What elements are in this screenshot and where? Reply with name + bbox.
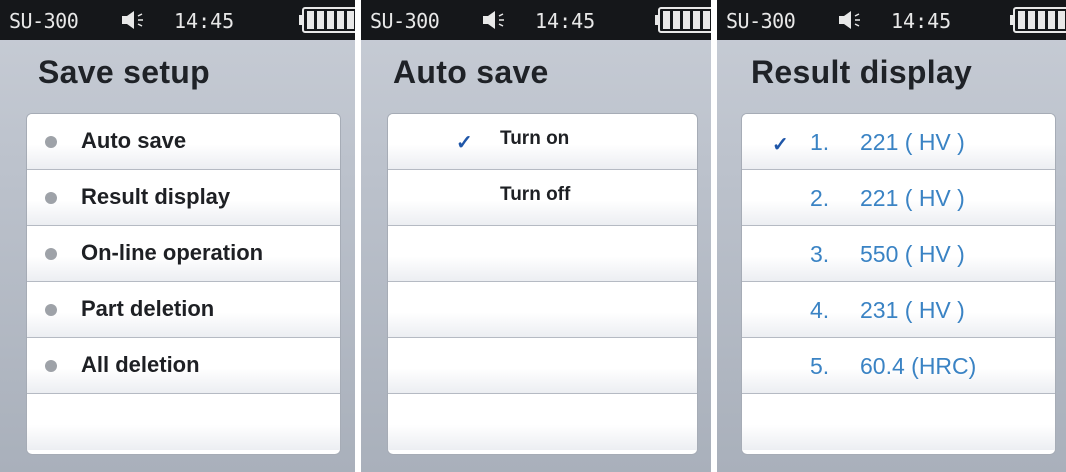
status-bar: SU-300 14:45: [0, 0, 355, 40]
status-bar: SU-300 14:45: [361, 0, 711, 40]
result-value: 60.4 (HRC): [860, 353, 977, 379]
result-value: 550 ( HV ): [860, 241, 965, 267]
check-icon: ✓: [772, 134, 789, 156]
page-title: Result display: [751, 54, 973, 90]
option-turn-on[interactable]: ✓ Turn on: [388, 114, 697, 170]
result-item-3[interactable]: 3. 550 ( HV ): [742, 226, 1055, 282]
option-label: Turn off: [500, 184, 571, 205]
result-number: 3.: [810, 241, 830, 267]
model-name: SU-300: [370, 9, 440, 33]
menu-item-auto-save[interactable]: Auto save: [27, 114, 340, 170]
bullet-icon: [45, 192, 57, 204]
battery-icon: [655, 7, 711, 33]
option-label: Turn on: [500, 128, 570, 149]
result-value: 231 ( HV ): [860, 297, 965, 323]
model-name: SU-300: [726, 9, 796, 33]
menu-item-online-operation[interactable]: On-line operation: [27, 226, 340, 282]
bullet-icon: [45, 248, 57, 260]
check-icon: ✓: [456, 132, 473, 154]
option-empty: [388, 394, 697, 450]
menu-item-result-display[interactable]: Result display: [27, 170, 340, 226]
result-display-screen: SU-300 14:45 Result display ✓ 1. 221 (H…: [717, 0, 1066, 472]
option-turn-off[interactable]: Turn off: [388, 170, 697, 226]
result-value: 221 ( HV ): [860, 129, 965, 155]
page-title: Save setup: [38, 54, 210, 90]
result-list: ✓ 1. 221 ( HV ) 2. 221 ( HV ) 3. 550 ( H…: [742, 114, 1055, 454]
menu-item-all-deletion[interactable]: All deletion: [27, 338, 340, 394]
result-number: 4.: [810, 297, 830, 323]
result-item-4[interactable]: 4. 231 ( HV ): [742, 282, 1055, 338]
model-name: SU-300: [9, 9, 79, 33]
result-item-1[interactable]: ✓ 1. 221 ( HV ): [742, 114, 1055, 170]
result-number: 1.: [810, 129, 830, 155]
result-number: 2.: [810, 185, 830, 211]
bullet-icon: [45, 304, 57, 316]
battery-icon: [1010, 7, 1066, 33]
clock: 14:45: [891, 9, 952, 33]
option-list: ✓ Turn on Turn off: [388, 114, 697, 454]
menu-item-label: All deletion: [81, 352, 200, 377]
result-item-2[interactable]: 2. 221 ( HV ): [742, 170, 1055, 226]
menu-item-label: Auto save: [81, 128, 187, 153]
battery-icon: [299, 7, 355, 33]
clock: 14:45: [174, 9, 235, 33]
speaker-icon: [839, 11, 860, 29]
status-bar: SU-300 14:45: [717, 0, 1066, 40]
option-empty: [388, 338, 697, 394]
menu-item-label: Part deletion: [81, 296, 215, 321]
clock: 14:45: [535, 9, 596, 33]
menu-item-part-deletion[interactable]: Part deletion: [27, 282, 340, 338]
menu-list: Auto save Result display On-line operati…: [27, 114, 340, 454]
menu-item-label: Result display: [81, 184, 231, 209]
page-title: Auto save: [393, 54, 549, 90]
menu-item-empty: [27, 394, 340, 450]
result-number: 5.: [810, 353, 830, 379]
option-empty: [388, 282, 697, 338]
screens-row: SU-300 14:45 Save setup Auto save Result…: [0, 0, 1066, 472]
auto-save-screen: SU-300 14:45 Auto save ✓ Turn on Turn of…: [361, 0, 711, 472]
result-item-empty: [742, 394, 1055, 450]
bullet-icon: [45, 360, 57, 372]
option-empty: [388, 226, 697, 282]
result-item-5[interactable]: 5. 60.4 (HRC): [742, 338, 1055, 394]
speaker-icon: [483, 11, 504, 29]
save-setup-screen: SU-300 14:45 Save setup Auto save Result…: [0, 0, 355, 472]
menu-item-label: On-line operation: [81, 240, 264, 265]
speaker-icon: [122, 11, 143, 29]
bullet-icon: [45, 136, 57, 148]
result-value: 221 ( HV ): [860, 185, 965, 211]
